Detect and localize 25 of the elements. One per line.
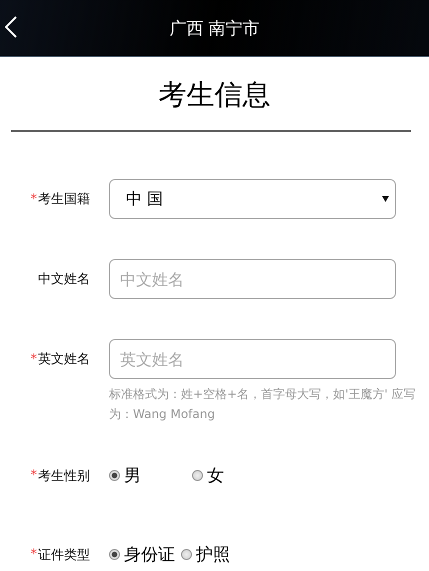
format-hint: 标准格式为：姓+空格+名，首字母大写，如'王魔方' 应写为：Wang Mofang xyxy=(109,386,417,423)
radio-option[interactable]: 护照 xyxy=(181,543,230,566)
field-label: 考生性别 xyxy=(38,468,90,484)
field-label: 证件类型 xyxy=(38,546,90,564)
field-label: 考生国籍 xyxy=(38,191,90,208)
required-mark: * xyxy=(30,352,37,366)
radio-option[interactable]: 男 xyxy=(109,464,192,487)
caret-icon xyxy=(382,196,389,202)
field-label: 英文姓名 xyxy=(38,351,90,368)
page-title: 考生信息 xyxy=(158,77,272,113)
field-label: 中文姓名 xyxy=(38,271,90,288)
nationality-select[interactable]: 中 国 xyxy=(109,179,396,219)
back-icon[interactable] xyxy=(5,16,17,38)
radio-icon[interactable] xyxy=(192,470,203,481)
radio-option[interactable]: 身份证 xyxy=(109,543,175,566)
radio-icon[interactable] xyxy=(109,470,120,481)
radio-option[interactable]: 女 xyxy=(192,464,275,487)
input-field[interactable]: 中文姓名 xyxy=(109,259,396,299)
header-title: 广西 南宁市 xyxy=(169,18,260,40)
radio-icon[interactable] xyxy=(109,549,120,560)
radio-icon[interactable] xyxy=(181,549,192,560)
required-mark: * xyxy=(30,547,37,562)
input-field[interactable]: 英文姓名 xyxy=(109,339,396,379)
required-mark: * xyxy=(30,192,37,206)
required-mark: * xyxy=(30,468,37,483)
